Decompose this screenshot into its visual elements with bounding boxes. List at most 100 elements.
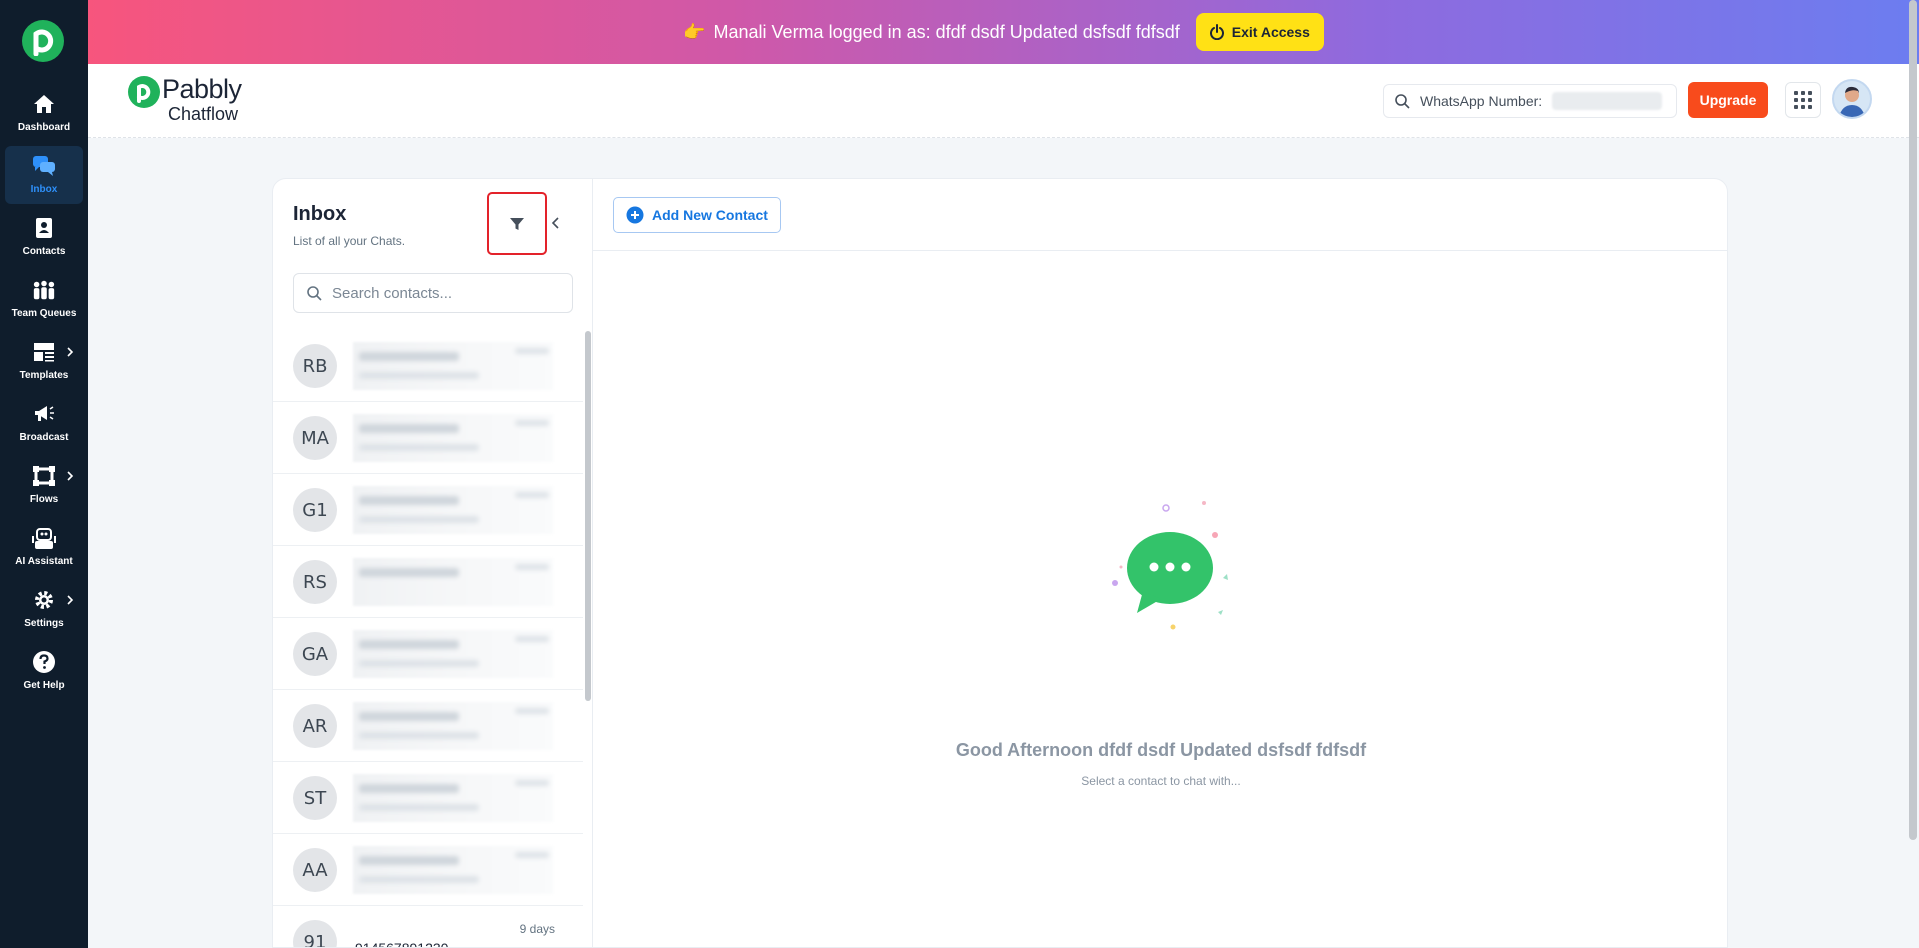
contact-book-icon [32, 216, 56, 240]
inbox-panel: Inbox List of all your Chats. RB MA G1 [273, 179, 593, 948]
filter-button[interactable] [487, 192, 547, 255]
empty-chat-state: Good Afternoon dfdf dsdf Updated dsfsdf … [593, 251, 1727, 947]
megaphone-icon [32, 402, 56, 426]
blurred-preview [353, 414, 553, 462]
list-item[interactable]: GA [273, 618, 583, 690]
contact-last-seen: 9 days [519, 922, 555, 936]
chevron-right-icon[interactable] [65, 470, 75, 482]
list-item[interactable]: AA [273, 834, 583, 906]
sidebar-item-label: Get Help [23, 680, 65, 691]
robot-icon [32, 526, 56, 550]
sidebar-item-flows[interactable]: Flows [5, 456, 83, 514]
list-item[interactable]: MA [273, 402, 583, 474]
filter-icon [510, 217, 524, 230]
banner-text: Manali Verma logged in as: dfdf dsdf Upd… [713, 21, 1180, 42]
chevron-right-icon[interactable] [65, 346, 75, 358]
list-item[interactable]: G1 [273, 474, 583, 546]
add-new-contact-button[interactable]: Add New Contact [613, 197, 781, 233]
sidebar-item-label: Broadcast [19, 432, 69, 443]
pabbly-logo-icon[interactable] [22, 20, 64, 62]
exit-access-button[interactable]: Exit Access [1195, 13, 1324, 51]
sidebar-item-settings[interactable]: Settings [5, 580, 83, 638]
sidebar-item-broadcast[interactable]: Broadcast [5, 394, 83, 452]
contact-avatar: RB [293, 344, 337, 388]
chat-header: Add New Contact [593, 179, 1727, 251]
user-avatar[interactable] [1832, 79, 1872, 119]
contact-avatar: AR [293, 704, 337, 748]
sidebar-item-contacts[interactable]: Contacts [5, 208, 83, 266]
contact-avatar: GA [293, 632, 337, 676]
team-icon [32, 278, 56, 302]
brand-product: Chatflow [168, 104, 239, 124]
select-contact-hint: Select a contact to chat with... [1081, 774, 1241, 788]
sidebar-item-label: Settings [24, 618, 64, 629]
power-icon [1209, 24, 1224, 40]
help-icon [32, 650, 56, 674]
gear-icon [32, 588, 56, 612]
inbox-subtitle: List of all your Chats. [293, 234, 406, 248]
blurred-preview [353, 630, 553, 678]
whatsapp-number-selector[interactable]: WhatsApp Number: [1383, 84, 1677, 118]
contact-search[interactable] [293, 273, 573, 313]
contact-avatar: ST [293, 776, 337, 820]
grid-icon [1794, 91, 1812, 109]
contact-list-scrollbar[interactable] [585, 331, 591, 701]
list-item[interactable]: AR [273, 690, 583, 762]
blurred-preview [353, 342, 553, 390]
upgrade-button[interactable]: Upgrade [1688, 82, 1768, 118]
contact-avatar: AA [293, 848, 337, 892]
list-item[interactable]: RS [273, 546, 583, 618]
sidebar-item-label: Flows [29, 494, 59, 505]
plus-circle-icon [626, 206, 644, 224]
blurred-preview [353, 702, 553, 750]
page-scrollbar[interactable] [1909, 0, 1917, 840]
contact-avatar: RS [293, 560, 337, 604]
brand-logo[interactable]: Pabbly Chatflow [128, 76, 242, 123]
search-icon [1395, 94, 1410, 109]
contact-avatar: MA [293, 416, 337, 460]
whatsapp-number-label: WhatsApp Number: [1420, 93, 1543, 109]
banner-message: 👉 Manali Verma logged in as: dfdf dsdf U… [683, 22, 1180, 43]
search-input[interactable] [332, 284, 552, 302]
sidebar-item-team-queues[interactable]: Team Queues [5, 270, 83, 328]
sidebar-item-label: AI Assistant [15, 556, 73, 567]
sidebar-item-ai-assistant[interactable]: AI Assistant [5, 518, 83, 576]
add-new-contact-label: Add New Contact [652, 207, 768, 223]
sidebar: Dashboard Inbox Contacts Team Queues Tem… [0, 0, 88, 948]
search-icon [307, 286, 322, 301]
sidebar-item-label: Team Queues [11, 308, 77, 319]
contact-avatar: G1 [293, 488, 337, 532]
template-icon [32, 340, 56, 364]
chevron-right-icon[interactable] [65, 594, 75, 606]
list-item[interactable]: RB [273, 330, 583, 402]
sidebar-item-dashboard[interactable]: Dashboard [5, 84, 83, 142]
sidebar-item-label: Dashboard [17, 122, 71, 133]
contact-avatar: 91 [293, 920, 337, 947]
list-item[interactable]: ST [273, 762, 583, 834]
brand-name: Pabbly [162, 74, 242, 104]
sidebar-item-label: Templates [19, 370, 69, 381]
contact-name: 914567891230 [355, 940, 449, 948]
pabbly-logo-icon [128, 76, 160, 108]
list-item[interactable]: 91 914567891230 9 days [273, 906, 583, 948]
top-header: Pabbly Chatflow WhatsApp Number: Upgrade [88, 64, 1919, 138]
user-avatar-icon [1839, 86, 1865, 117]
sidebar-item-templates[interactable]: Templates [5, 332, 83, 390]
inbox-title: Inbox [293, 203, 347, 225]
sidebar-item-get-help[interactable]: Get Help [5, 642, 83, 700]
contact-list: RB MA G1 RS GA AR ST AA 91 914567891230 … [273, 330, 583, 948]
greeting-text: Good Afternoon dfdf dsdf Updated dsfsdf … [955, 740, 1367, 760]
blurred-preview [353, 846, 553, 894]
flow-icon [32, 464, 56, 488]
sidebar-item-inbox[interactable]: Inbox [5, 146, 83, 204]
blurred-preview [353, 486, 553, 534]
chat-bubbles-icon [32, 154, 56, 178]
pointing-hand-icon: 👉 [683, 21, 706, 42]
sidebar-item-label: Contacts [22, 246, 66, 257]
exit-access-label: Exit Access [1231, 24, 1310, 40]
collapse-panel-icon[interactable] [549, 215, 563, 231]
blurred-preview [353, 558, 553, 606]
apps-grid-button[interactable] [1785, 82, 1821, 118]
blurred-preview [353, 774, 553, 822]
sidebar-item-label: Inbox [30, 184, 58, 195]
